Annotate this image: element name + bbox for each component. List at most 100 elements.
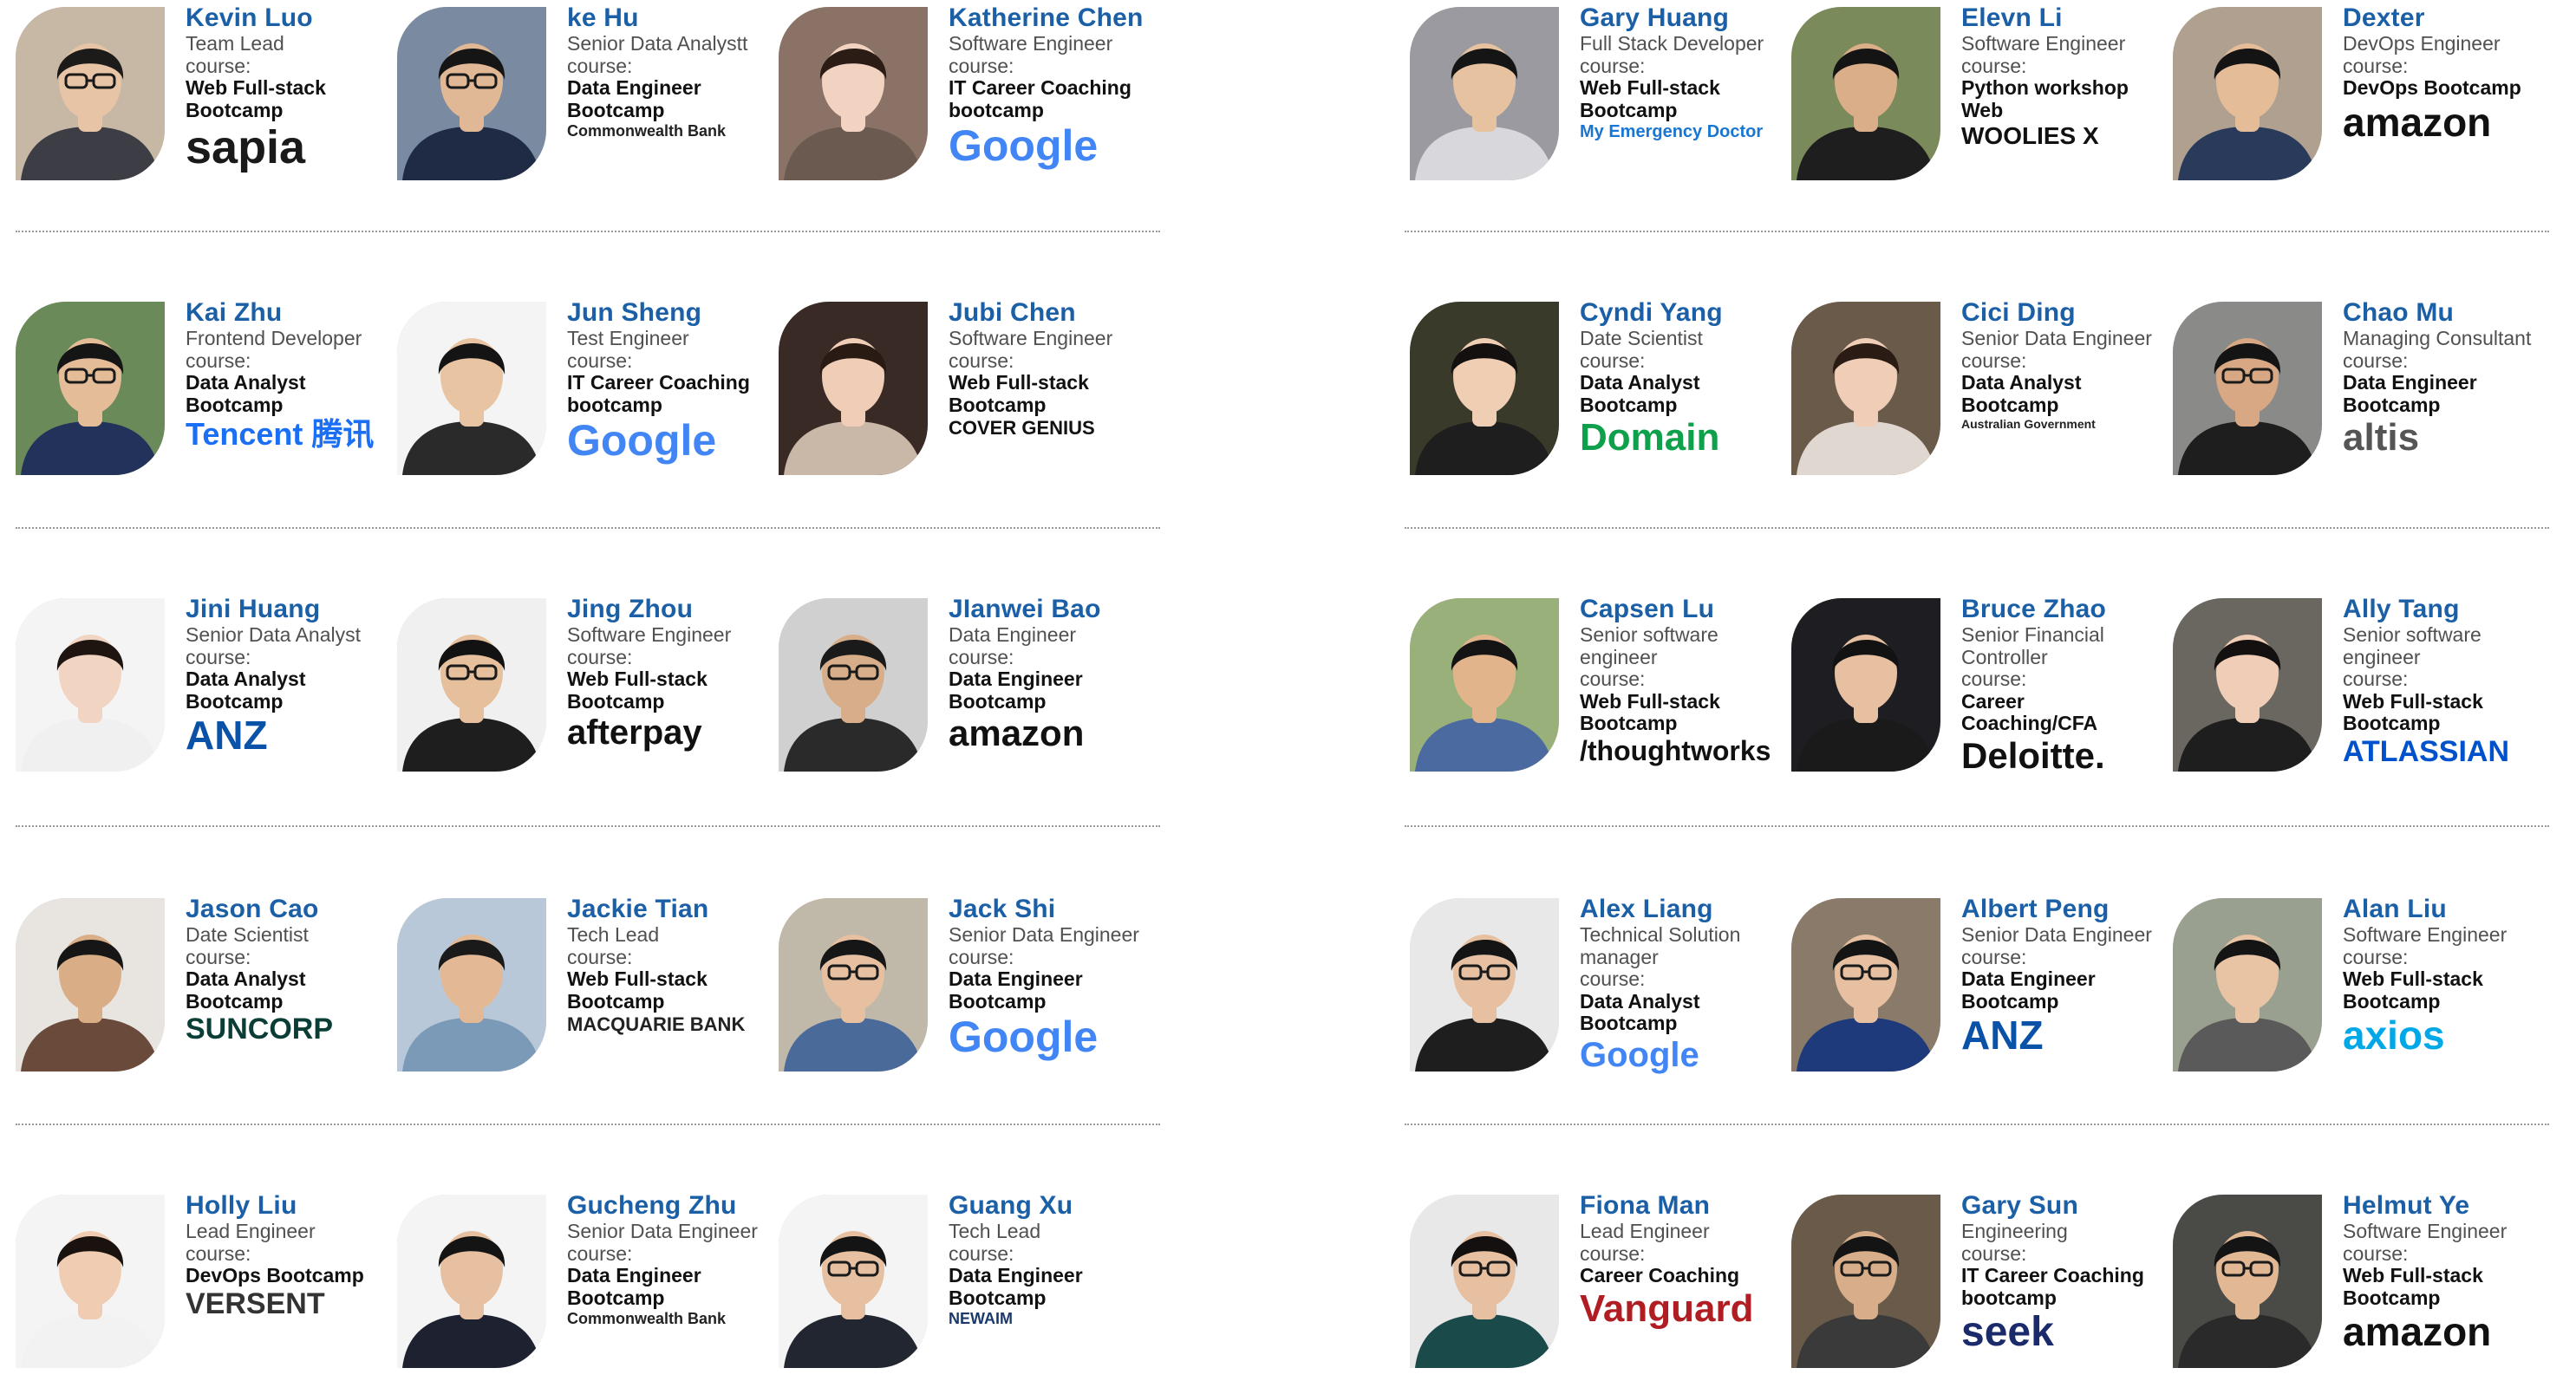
person-portrait-icon — [779, 898, 928, 1072]
person-portrait-icon — [1410, 7, 1559, 180]
alumni-info: Helmut Ye Software Engineer course: Web … — [2343, 1191, 2542, 1352]
profile-photo — [779, 1195, 928, 1368]
company-logo: Google — [1580, 1035, 1699, 1074]
course-label: course: — [949, 1241, 1014, 1265]
row-divider — [16, 527, 1160, 529]
course-label: course: — [1580, 967, 1646, 990]
person-portrait-icon — [16, 898, 165, 1072]
alumni-card: Alex Liang Technical Solution manager co… — [1410, 895, 1774, 1089]
alumni-job-title: Managing Consultant — [2343, 327, 2532, 349]
profile-photo — [16, 598, 165, 772]
profile-photo — [779, 898, 928, 1072]
alumni-info: Gary Huang Full Stack Developer course: … — [1580, 3, 1779, 141]
alumni-job-title: Senior Data Analyst — [186, 623, 362, 646]
alumni-info: Alan Liu Software Engineer course: Web F… — [2343, 895, 2542, 1056]
profile-photo — [2173, 598, 2322, 772]
alumni-info: Fiona Man Lead Engineer course: Career C… — [1580, 1191, 1779, 1329]
alumni-name: Kevin Luo — [186, 3, 313, 32]
alumni-info: Ally Tang Senior software engineer cours… — [2343, 595, 2542, 767]
alumni-job-title: Date Scientist — [1580, 327, 1703, 349]
course-label: course: — [567, 645, 633, 668]
alumni-info: Jack Shi Senior Data Engineer course: Da… — [949, 895, 1148, 1060]
person-portrait-icon — [1410, 302, 1559, 475]
course-name: Data Analyst Bootcamp — [186, 967, 306, 1013]
person-portrait-icon — [2173, 598, 2322, 772]
profile-photo — [1410, 302, 1559, 475]
alumni-card: Chao Mu Managing Consultant course: Data… — [2173, 298, 2537, 492]
person-portrait-icon — [397, 898, 546, 1072]
person-portrait-icon — [1410, 898, 1559, 1072]
alumni-info: Guang Xu Tech Lead course: Data Engineer… — [949, 1191, 1148, 1327]
alumni-info: Jun Sheng Test Engineer course: IT Caree… — [567, 298, 766, 464]
course-label: course: — [2343, 1241, 2409, 1265]
course-label: course: — [949, 54, 1014, 77]
company-logo: Tencent 腾讯 — [186, 416, 375, 452]
profile-photo — [2173, 7, 2322, 180]
course-name: Web Full-stack Bootcamp — [186, 76, 326, 121]
alumni-job-title: Date Scientist — [186, 923, 309, 946]
company-logo: ANZ — [186, 713, 268, 758]
alumni-job-title: Lead Engineer — [1580, 1220, 1710, 1242]
profile-photo — [16, 898, 165, 1072]
profile-photo — [397, 598, 546, 772]
alumni-name: Fiona Man — [1580, 1191, 1711, 1220]
course-name: Web Full-stack Bootcamp — [1580, 689, 1720, 734]
course-name: Data Engineer Bootcamp — [949, 668, 1083, 713]
alumni-card: Gucheng Zhu Senior Data Engineer course:… — [397, 1191, 761, 1385]
course-name: Career Coaching — [1580, 1264, 1740, 1287]
company-logo: COVER GENIUS — [949, 417, 1095, 439]
alumni-card: Cici Ding Senior Data Engineer course: D… — [1791, 298, 2155, 492]
alumni-info: JIanwei Bao Data Engineer course: Data E… — [949, 595, 1148, 752]
profile-photo — [2173, 1195, 2322, 1368]
profile-photo — [1791, 898, 1940, 1072]
alumni-info: Chao Mu Managing Consultant course: Data… — [2343, 298, 2542, 458]
person-portrait-icon — [1410, 598, 1559, 772]
alumni-job-title: Technical Solution manager — [1580, 923, 1741, 968]
alumni-name: Alan Liu — [2343, 895, 2447, 923]
course-name: Data Engineer Bootcamp — [2343, 371, 2477, 416]
person-portrait-icon — [1410, 1195, 1559, 1368]
company-logo: axios — [2343, 1013, 2445, 1058]
course-name: Web Full-stack Bootcamp — [2343, 1264, 2483, 1309]
alumni-info: Dexter DevOps Engineer course: DevOps Bo… — [2343, 3, 2542, 143]
course-name: Data Engineer Bootcamp — [1961, 967, 2096, 1013]
profile-photo — [1791, 7, 1940, 180]
course-label: course: — [1961, 668, 2027, 690]
course-label: course: — [567, 945, 633, 968]
alumni-name: Jun Sheng — [567, 298, 702, 327]
alumni-name: Katherine Chen — [949, 3, 1144, 32]
alumni-card: Jini Huang Senior Data Analyst course: D… — [16, 595, 380, 789]
alumni-job-title: Software Engineer — [1961, 32, 2126, 55]
profile-photo — [16, 1195, 165, 1368]
profile-photo — [397, 898, 546, 1072]
company-logo: amazon — [949, 713, 1085, 753]
alumni-name: Guang Xu — [949, 1191, 1073, 1220]
alumni-card: ke Hu Senior Data Analystt course: Data … — [397, 3, 761, 198]
alumni-row: Fiona Man Lead Engineer course: Career C… — [1394, 1191, 2576, 1394]
alumni-info: Jing Zhou Software Engineer course: Web … — [567, 595, 766, 751]
alumni-name: Gary Huang — [1580, 3, 1730, 32]
alumni-card: Capsen Lu Senior software engineer cours… — [1410, 595, 1774, 789]
alumni-job-title: Test Engineer — [567, 327, 689, 349]
person-portrait-icon — [1791, 898, 1940, 1072]
alumni-row: Alex Liang Technical Solution manager co… — [1394, 895, 2576, 1098]
alumni-name: Jini Huang — [186, 595, 321, 623]
alumni-name: Bruce Zhao — [1961, 595, 2107, 623]
alumni-name: Kai Zhu — [186, 298, 283, 327]
course-label: course: — [2343, 348, 2409, 372]
person-portrait-icon — [1791, 302, 1940, 475]
company-logo: Commonwealth Bank — [567, 1310, 727, 1327]
alumni-job-title: Senior Financial Controller — [1961, 623, 2104, 668]
alumni-card: Albert Peng Senior Data Engineer course:… — [1791, 895, 2155, 1089]
alumni-info: Capsen Lu Senior software engineer cours… — [1580, 595, 1779, 765]
alumni-name: Jack Shi — [949, 895, 1056, 923]
row-divider — [16, 825, 1160, 827]
course-label: course: — [949, 348, 1014, 372]
course-label: course: — [186, 945, 251, 968]
alumni-name: Capsen Lu — [1580, 595, 1715, 623]
alumni-row: Jason Cao Date Scientist course: Data An… — [0, 895, 1179, 1098]
course-name: Web Full-stack Bootcamp — [1580, 76, 1720, 121]
alumni-row: Jini Huang Senior Data Analyst course: D… — [0, 595, 1179, 798]
profile-photo — [16, 7, 165, 180]
alumni-job-title: Software Engineer — [2343, 1220, 2508, 1242]
